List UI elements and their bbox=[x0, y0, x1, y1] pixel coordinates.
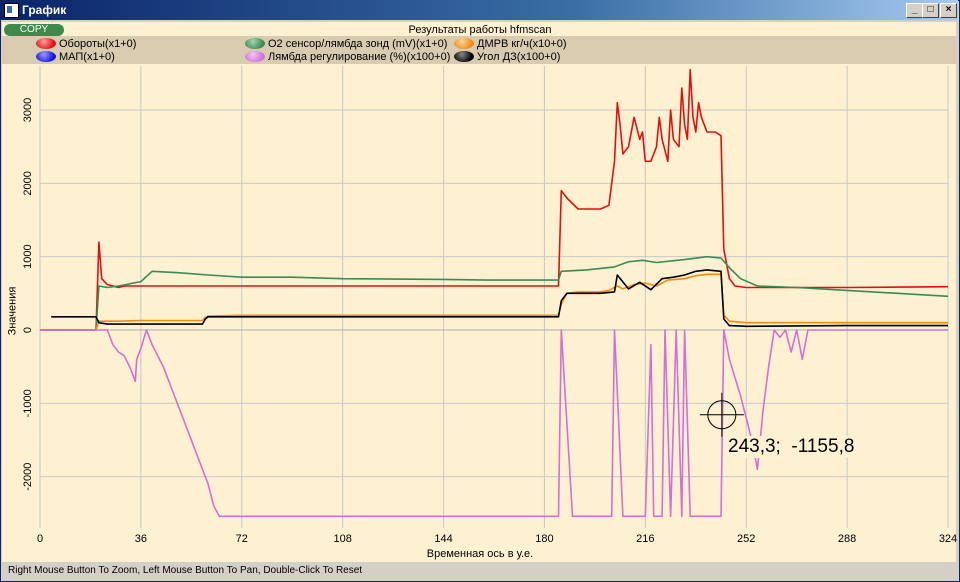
x-tick-label: 144 bbox=[434, 533, 452, 545]
y-tick-label: 3000 bbox=[22, 98, 34, 122]
x-tick-label: 72 bbox=[236, 533, 248, 545]
series-line-2 bbox=[40, 273, 948, 331]
x-tick-label: 0 bbox=[37, 533, 43, 545]
x-tick-label: 216 bbox=[636, 533, 654, 545]
status-bar: Right Mouse Button To Zoom, Left Mouse B… bbox=[8, 565, 363, 576]
y-axis-label: Значения bbox=[6, 286, 19, 336]
x-tick-label: 108 bbox=[333, 533, 351, 545]
series-line-5 bbox=[51, 269, 948, 328]
series-line-0 bbox=[40, 68, 949, 331]
y-tick-label: 1000 bbox=[22, 244, 34, 268]
y-tick-label: 2000 bbox=[22, 171, 34, 195]
line-chart[interactable]: 0 36 72 108 144 180 216 252 288 324 -2000 -1000 0 100… bbox=[0, 0, 960, 582]
y-tick-label: -2000 bbox=[22, 463, 34, 491]
y-tick-label: 0 bbox=[22, 327, 34, 333]
series-line-4 bbox=[40, 329, 948, 518]
x-tick-label: 252 bbox=[737, 533, 755, 545]
x-tick-label: 36 bbox=[135, 533, 147, 545]
x-axis-label: Временная ось в у.е. bbox=[426, 548, 534, 560]
x-tick-label: 324 bbox=[939, 533, 957, 545]
series-line-1 bbox=[40, 255, 949, 331]
crosshair-readout: 243,3; -1155,8 bbox=[728, 436, 855, 458]
x-tick-label: 288 bbox=[838, 533, 856, 545]
y-tick-label: -1000 bbox=[22, 389, 34, 417]
x-tick-label: 180 bbox=[535, 533, 553, 545]
